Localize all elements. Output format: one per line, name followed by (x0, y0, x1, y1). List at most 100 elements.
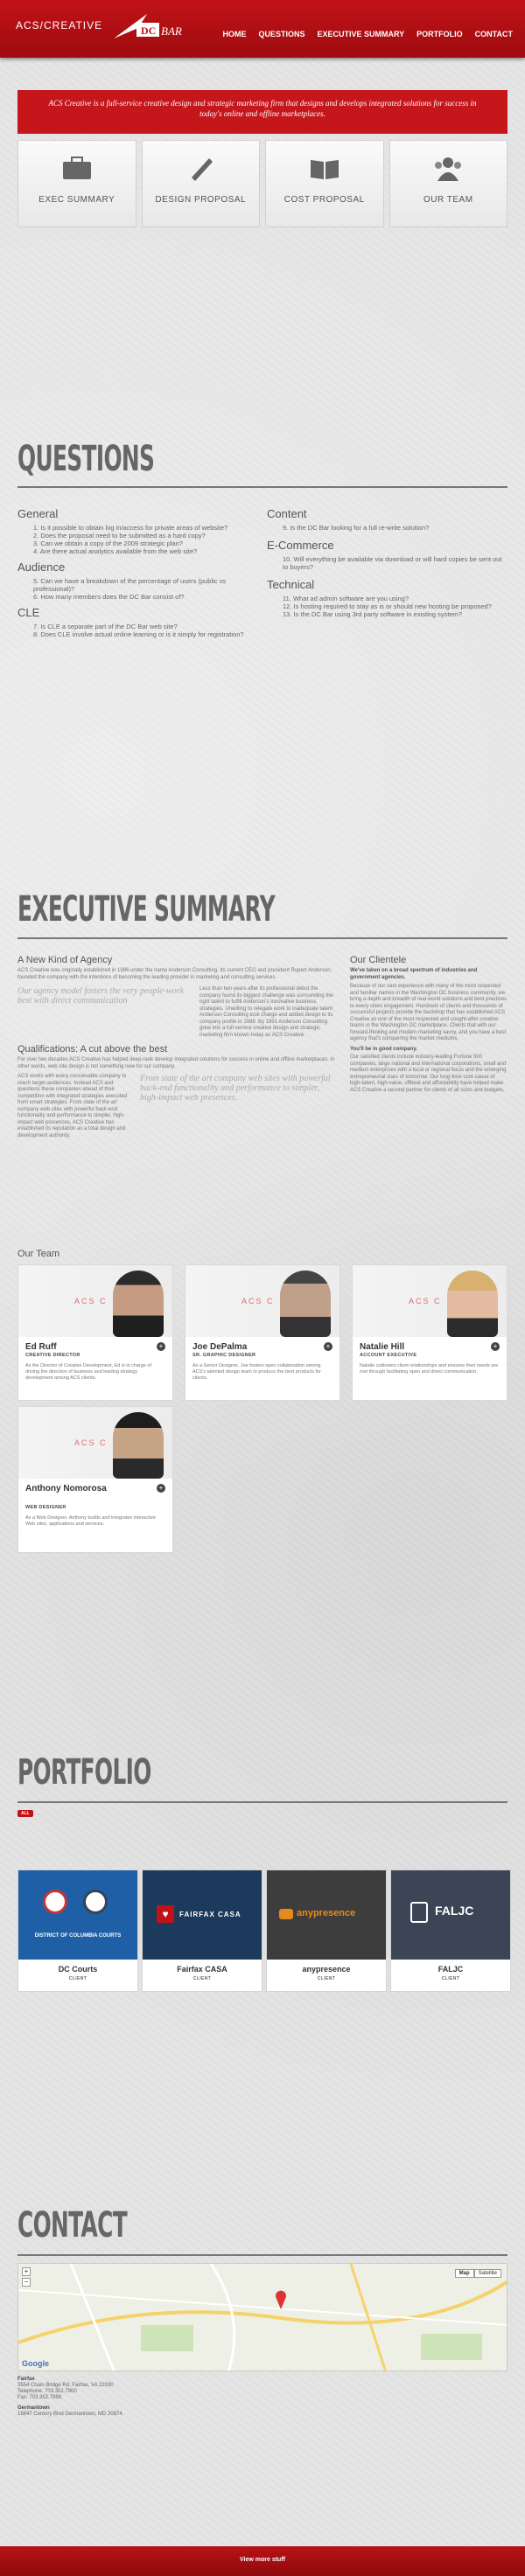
clientele-lead-2: You'll be in good company. (350, 1046, 417, 1052)
book-icon (310, 160, 339, 179)
service-our-team[interactable]: OUR TEAM (388, 140, 508, 227)
portfolio-category: CLIENT (68, 1976, 88, 1981)
nav-contact[interactable]: CONTACT (475, 30, 513, 38)
service-label: DESIGN PROPOSAL (155, 195, 247, 205)
divider (18, 2254, 508, 2256)
svg-text:DC: DC (141, 24, 156, 37)
list-item: 10. Will everything be available via dow… (283, 555, 502, 571)
team-photo: ACS C (18, 1265, 172, 1337)
general-heading: General (18, 507, 59, 520)
list-item: 3. Can we obtain a copy of the 2009 stra… (33, 540, 183, 547)
list-item: 7. Is CLE a separate part of the DC Bar … (33, 623, 178, 630)
qualifications-heading: Qualifications: A cut above the best (18, 1044, 168, 1055)
questions-title: QUESTIONS (18, 439, 155, 479)
service-tiles: EXEC SUMMARY DESIGN PROPOSAL COST PROPOS… (18, 140, 508, 227)
member-description: As a Senior Designer, Joe fosters open c… (192, 1363, 321, 1381)
map-type-satellite-button[interactable]: Satellite (473, 2269, 501, 2278)
portfolio-item-faljc[interactable]: FALJC FALJC CLIENT (390, 1869, 511, 1992)
pen-icon (192, 158, 214, 181)
portfolio-category: CLIENT (317, 1976, 336, 1981)
agency-paragraph: ACS Creative was originally established … (18, 968, 332, 980)
team-card-joe-depalma[interactable]: ACS C Joe DePalma + SR. GRAPHIC DESIGNER… (185, 1264, 340, 1401)
portfolio-title: PORTFOLIO (18, 1752, 151, 1793)
member-name: Natalie Hill (360, 1342, 405, 1352)
technical-list: 11. What ad admin software are you using… (267, 595, 508, 618)
portfolio-title: anypresence (302, 1965, 351, 1974)
exec-right-column: Our Clientele We've taken on a broad spe… (350, 955, 508, 1094)
service-exec-summary[interactable]: EXEC SUMMARY (18, 140, 136, 227)
list-item: 8. Does CLE involve actual online learni… (33, 630, 244, 638)
agency-paragraph-2: Less than two years after its profession… (200, 986, 333, 1038)
team-card-natalie-hill[interactable]: ACS C Natalie Hill + ACCOUNT EXECUTIVE N… (352, 1264, 508, 1401)
clientele-heading: Our Clientele (350, 955, 407, 965)
team-card-anthony-nomorosa[interactable]: ACS C Anthony Nomorosa + WEB DESIGNER As… (18, 1406, 173, 1553)
list-item: 1. Is it possible to obtain log in/acces… (33, 524, 228, 532)
audience-list: 5. Can we have a breakdown of the percen… (18, 577, 254, 601)
location-map[interactable]: Map Satellite + − Google (18, 2263, 508, 2371)
portfolio-title: Fairfax CASA (177, 1965, 228, 1974)
clientele-lead: We've taken on a broad spectrum of indus… (350, 968, 478, 980)
member-description: As the Director of Creative Development,… (25, 1363, 151, 1381)
divider (18, 486, 508, 488)
intro-banner: ACS Creative is a full-service creative … (18, 90, 508, 134)
address-line: Telephone: 703.352.7900 (18, 2389, 77, 2394)
clientele-paragraph-2: Our satisfied clients include industry-l… (350, 1055, 507, 1093)
google-logo: Google (22, 2359, 49, 2368)
briefcase-icon (62, 157, 91, 179)
member-role: SR. GRAPHIC DESIGNER (192, 1353, 256, 1358)
list-item: 6. How many members does the DC Bar cons… (33, 593, 185, 601)
service-design-proposal[interactable]: DESIGN PROPOSAL (141, 140, 260, 227)
address-line: 3554 Chain Bridge Rd. Fairfax, VA 22030 (18, 2383, 114, 2388)
portfolio-thumbnail: anypresence (267, 1870, 386, 1960)
ecommerce-list: 10. Will everything be available via dow… (267, 555, 508, 571)
portfolio-thumbnail: ♥ FAIRFAX CASA (143, 1870, 262, 1960)
portfolio-title: FALJC (438, 1965, 464, 1974)
team-photo: ACS C (353, 1265, 507, 1337)
portfolio-category: CLIENT (192, 1976, 212, 1981)
team-photo: ACS C (186, 1265, 340, 1337)
service-cost-proposal[interactable]: COST PROPOSAL (265, 140, 384, 227)
main-nav: HOME QUESTIONS EXECUTIVE SUMMARY PORTFOL… (222, 30, 513, 38)
svg-text:BAR: BAR (161, 24, 182, 38)
portfolio-item-fairfax-casa[interactable]: ♥ FAIRFAX CASA Fairfax CASA CLIENT (142, 1869, 262, 1992)
zoom-out-button[interactable]: − (22, 2278, 31, 2287)
map-roads (18, 2264, 507, 2371)
portfolio-item-dc-courts[interactable]: DISTRICT OF COLUMBIA COURTS DC Courts CL… (18, 1869, 138, 1992)
ecommerce-heading: E-Commerce (267, 539, 334, 552)
executive-summary-title: EXECUTIVE SUMMARY (18, 889, 276, 929)
member-name: Joe DePalma (192, 1342, 248, 1352)
team-photo: ACS C (18, 1407, 172, 1479)
zoom-in-button[interactable]: + (22, 2267, 31, 2276)
expand-icon[interactable]: + (157, 1484, 165, 1493)
acs-logo[interactable]: ACS/CREATIVE (16, 19, 102, 31)
expand-icon[interactable]: + (324, 1342, 332, 1351)
expand-icon[interactable]: + (491, 1342, 500, 1351)
nav-questions[interactable]: QUESTIONS (258, 30, 304, 38)
general-list: 1. Is it possible to obtain log in/acces… (18, 524, 254, 555)
nav-portfolio[interactable]: PORTFOLIO (416, 30, 463, 38)
portfolio-thumbnail: FALJC (391, 1870, 510, 1960)
map-type-map-button[interactable]: Map (454, 2269, 474, 2278)
view-more-link[interactable]: View more stuff (0, 2557, 525, 2563)
member-role: ACCOUNT EXECUTIVE (360, 1353, 417, 1358)
questions-right-column: Content 9. Is the DC Bar looking for a f… (267, 507, 508, 625)
agency-heading: A New Kind of Agency (18, 955, 113, 965)
service-label: COST PROPOSAL (284, 195, 365, 205)
nav-home[interactable]: HOME (222, 30, 246, 38)
nav-executive-summary[interactable]: EXECUTIVE SUMMARY (317, 30, 404, 38)
team-card-ed-ruff[interactable]: ACS C Ed Ruff + CREATIVE DIRECTOR As the… (18, 1264, 173, 1401)
dc-bar-logo[interactable]: DC BAR (112, 12, 189, 42)
qualifications-paragraph-2: ACS works with every conceivable company… (18, 1074, 128, 1138)
technical-heading: Technical (267, 578, 315, 591)
divider (18, 937, 508, 939)
filter-all-badge[interactable]: ALL (18, 1810, 33, 1817)
clientele-paragraph: Because of our vast experience with many… (350, 984, 508, 1041)
portfolio-item-anypresence[interactable]: anypresence anypresence CLIENT (266, 1869, 387, 1992)
qualifications-paragraph: For over two decades ACS Creative has he… (18, 1057, 335, 1069)
list-item: 12. Is hosting required to stay as is or… (283, 602, 492, 610)
contact-title: CONTACT (18, 2205, 128, 2245)
expand-icon[interactable]: + (157, 1342, 165, 1351)
content-list: 9. Is the DC Bar looking for a full re-w… (267, 524, 508, 532)
pull-quote-2: From state of the art company web sites … (140, 1074, 331, 1103)
questions-left-column: General 1. Is it possible to obtain log … (18, 507, 254, 644)
